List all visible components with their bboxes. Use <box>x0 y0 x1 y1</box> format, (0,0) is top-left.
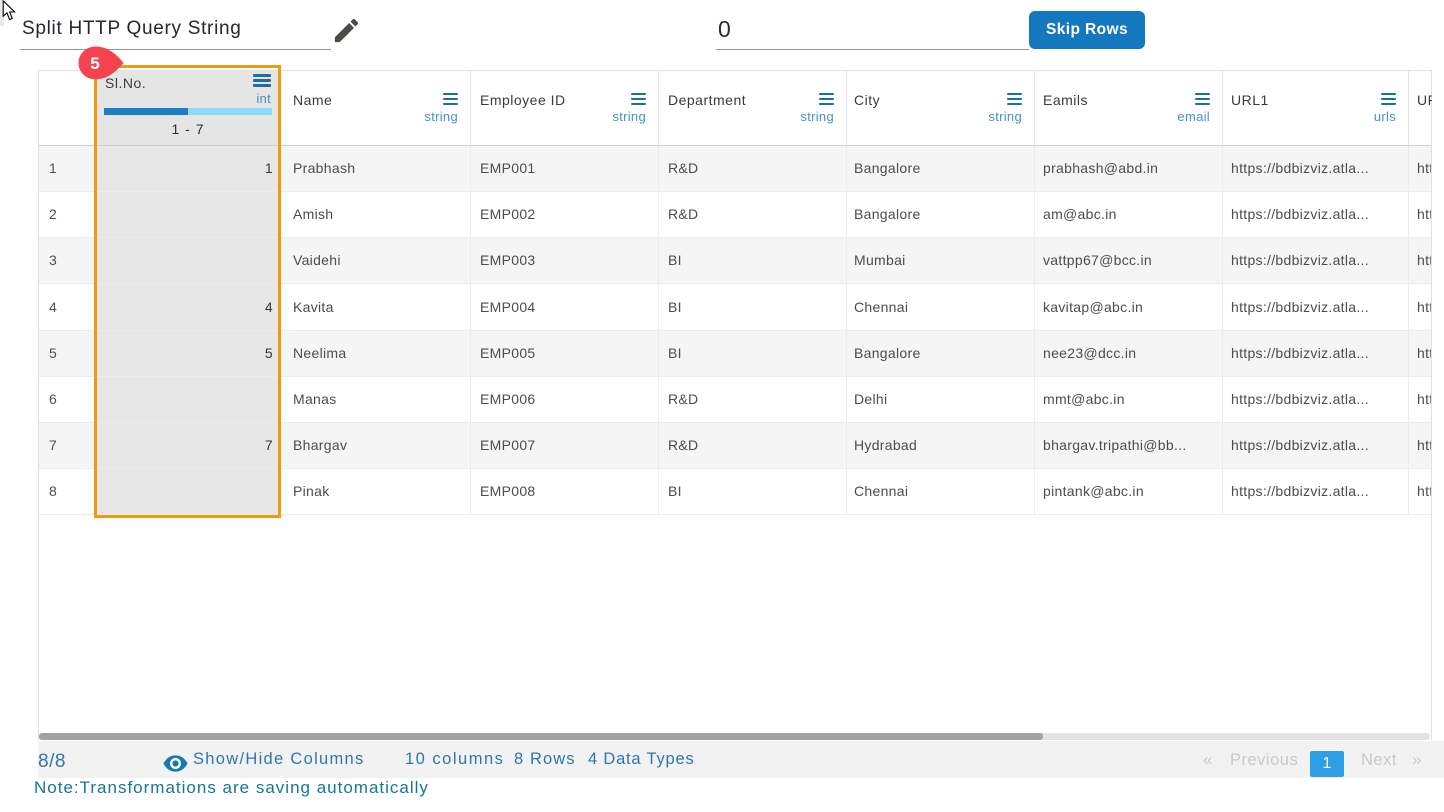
svg-text:5: 5 <box>90 54 99 73</box>
